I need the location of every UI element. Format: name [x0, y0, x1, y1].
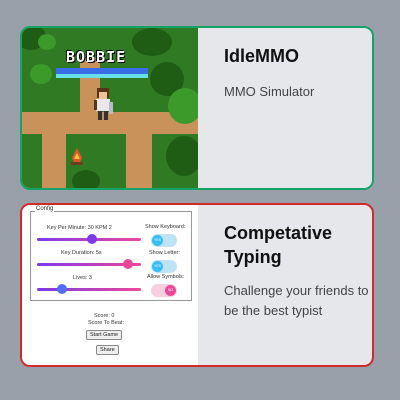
lives-label: Lives: 3 [73, 275, 92, 281]
key-duration-label: Key Duration: 5s [61, 250, 102, 256]
typing-thumbnail: Config Key Per Minute: 30 KPM 2 Key Dura… [22, 205, 198, 365]
key-per-minute-slider[interactable] [37, 234, 141, 244]
card-info: IdleMMO MMO Simulator [198, 28, 372, 188]
start-game-button[interactable]: Start Game [86, 330, 123, 340]
bush-icon [166, 136, 198, 176]
allow-symbols-toggle[interactable]: NO [151, 284, 177, 297]
toggle-dot: NO [165, 285, 176, 296]
config-legend: Config [35, 206, 55, 212]
bush-icon [168, 88, 198, 124]
card-title: Competative Typing [224, 223, 333, 267]
toggle-dot: YES [152, 235, 163, 246]
key-duration-slider[interactable] [37, 259, 141, 269]
share-button[interactable]: Share [96, 345, 119, 355]
bush-icon [30, 64, 52, 84]
mana-bar [56, 74, 148, 78]
bush-icon [72, 170, 100, 188]
dirt-path [42, 112, 66, 188]
card-title: IdleMMO [224, 46, 299, 66]
slider-knob[interactable] [87, 234, 97, 244]
lives-slider[interactable] [37, 284, 141, 294]
dirt-path [126, 112, 152, 188]
key-per-minute-label: Key Per Minute: 30 KPM 2 [47, 225, 112, 231]
game-thumbnail: BOBBIE [22, 28, 198, 188]
campfire-icon [71, 148, 83, 165]
toggle-dot: YES [152, 261, 163, 272]
card-description: Challenge your friends to be the best ty… [224, 283, 369, 318]
show-letter-toggle[interactable]: YES [151, 260, 177, 273]
bush-icon [132, 28, 172, 56]
player-name: BOBBIE [66, 48, 127, 66]
bush-icon [38, 34, 56, 50]
show-keyboard-label: Show Keyboard: [145, 224, 186, 230]
slider-knob[interactable] [123, 259, 133, 269]
game-card-competative-typing[interactable]: Config Key Per Minute: 30 KPM 2 Key Dura… [20, 203, 374, 367]
game-card-idlemmo[interactable]: BOBBIE IdleMMO MMO Simulator [20, 26, 374, 190]
score-label: Score: 0 [94, 313, 115, 319]
score-to-beat-label: Score To Beat: [88, 320, 124, 326]
allow-symbols-label: Allow Symbols: [147, 274, 185, 280]
card-info: Competative Typing Challenge your friend… [198, 205, 372, 365]
player-character-icon [94, 88, 113, 120]
slider-knob[interactable] [57, 284, 67, 294]
show-letter-label: Show Letter: [149, 250, 180, 256]
card-description: MMO Simulator [224, 84, 315, 99]
show-keyboard-toggle[interactable]: YES [151, 234, 177, 247]
config-fieldset: Config Key Per Minute: 30 KPM 2 Key Dura… [30, 206, 192, 301]
